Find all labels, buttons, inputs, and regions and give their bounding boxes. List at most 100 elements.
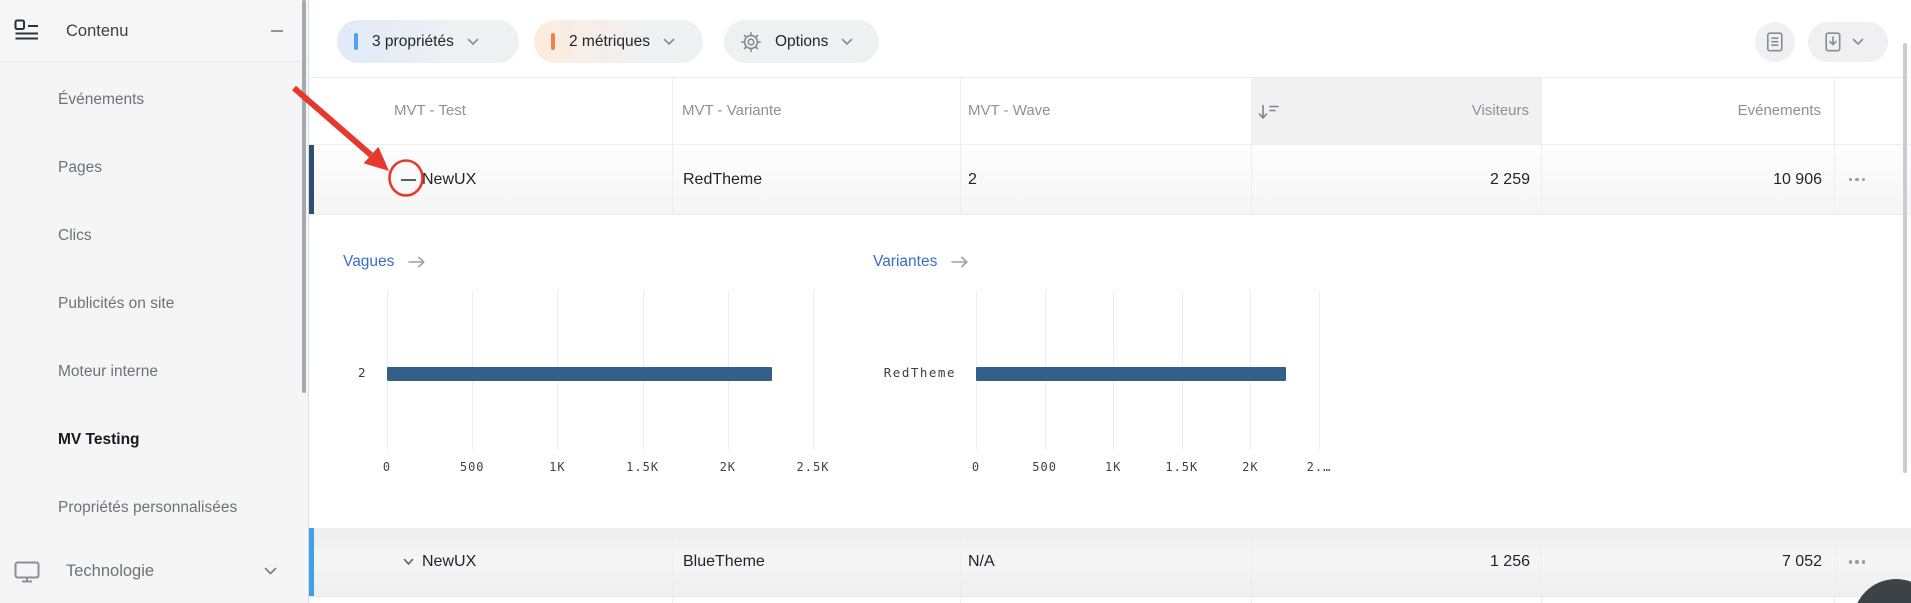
row-menu-button[interactable] [1843,528,1871,596]
row-expand-toggle[interactable] [397,528,419,596]
table-row-bluetheme[interactable]: NewUX BlueTheme N/A 1 256 7 052 [309,528,1911,597]
metrics-pill-label: 2 métriques [569,33,650,51]
sidebar-item-label: Événements [58,91,144,109]
sidebar-item-publicites-on-site[interactable]: Publicités on site [0,270,308,338]
app-root: Contenu Événements Pages Clics Publicité… [0,0,1911,603]
table-row-redtheme[interactable]: NewUX RedTheme 2 2 259 10 906 [309,145,1911,215]
column-header-mvt-wave[interactable]: MVT - Wave [968,78,1051,144]
column-header-visiteurs[interactable]: Visiteurs [1472,78,1529,144]
sidebar-item-technologie[interactable]: Technologie [0,540,308,603]
column-divider [1834,597,1835,603]
bar[interactable] [387,367,772,381]
sidebar-item-clics[interactable]: Clics [0,202,308,270]
next-row-partial [310,597,1911,603]
arrow-right-icon [951,256,969,268]
chevron-down-icon [264,567,277,576]
x-tick-label: 500 [442,460,502,474]
column-divider [960,78,961,144]
x-tick-label: 0 [357,460,417,474]
cell-mvt-variante: BlueTheme [683,528,765,596]
sidebar-item-pages[interactable]: Pages [0,134,308,202]
gridline [1319,291,1320,450]
properties-accent-icon [354,33,358,50]
column-header-evenements[interactable]: Evénements [1738,78,1821,144]
cell-mvt-wave: N/A [968,528,995,596]
x-tick-label: 2.… [1289,460,1349,474]
report-button[interactable] [1755,22,1795,62]
sidebar-header: Contenu [0,0,308,62]
options-pill[interactable]: Options [724,20,879,63]
x-tick-label: 1K [1083,460,1143,474]
vagues-link[interactable]: Vagues [343,253,426,271]
column-divider [1541,528,1542,596]
vagues-link-label: Vagues [343,253,394,271]
row-menu-button[interactable] [1843,145,1871,214]
selected-row-indicator [309,145,314,214]
cell-evenements: 10 906 [1773,145,1822,214]
waves-bar-chart: 05001K1.5K2K2.5K2 [387,291,857,486]
column-divider [1251,145,1252,214]
expandable-row-indicator [309,528,314,596]
download-icon [1825,32,1841,52]
chevron-down-icon [1852,38,1864,46]
column-divider [1541,145,1542,214]
column-divider [1834,528,1835,596]
content-list-icon [14,19,40,41]
arrow-right-icon [408,256,426,268]
row-collapse-toggle[interactable] [397,145,419,214]
x-tick-label: 2K [1220,460,1280,474]
sort-descending-icon[interactable] [1257,103,1279,121]
sidebar-item-label: Propriétés personnalisées [58,499,237,517]
column-divider [960,528,961,596]
column-divider [1541,78,1542,144]
cell-mvt-wave: 2 [968,145,977,214]
sidebar-item-evenements[interactable]: Événements [0,66,308,134]
sidebar-item-mv-testing[interactable]: MV Testing [0,406,308,474]
cell-mvt-test: NewUX [422,145,476,214]
column-divider [1251,78,1252,144]
x-tick-label: 1.5K [1152,460,1212,474]
sidebar-scrollbar[interactable] [302,0,306,393]
column-divider [672,145,673,214]
column-header-mvt-variante[interactable]: MVT - Variante [682,78,781,144]
sidebar-item-label: Publicités on site [58,295,174,313]
sidebar-item-label: Technologie [66,562,154,581]
bar[interactable] [976,367,1286,381]
column-divider [960,145,961,214]
chevron-down-icon [403,558,414,566]
x-tick-label: 500 [1015,460,1075,474]
x-tick-label: 1.5K [613,460,673,474]
sidebar-item-label: MV Testing [58,431,140,449]
sidebar-item-label: Moteur interne [58,363,158,381]
cell-visiteurs: 2 259 [1490,145,1530,214]
cell-mvt-variante: RedTheme [683,145,762,214]
main-scrollbar[interactable] [1903,43,1907,473]
variantes-link-label: Variantes [873,253,937,271]
sidebar-item-moteur-interne[interactable]: Moteur interne [0,338,308,406]
cell-visiteurs: 1 256 [1490,528,1530,596]
sidebar-collapse-button[interactable] [266,21,288,41]
chevron-down-icon [841,38,853,46]
variantes-link[interactable]: Variantes [873,253,969,271]
sidebar-nav: Événements Pages Clics Publicités on sit… [0,66,308,542]
chevron-down-icon [663,38,675,46]
column-divider [672,528,673,596]
column-divider [672,597,673,603]
properties-filter-pill[interactable]: 3 propriétés [337,20,519,63]
column-divider [1834,145,1835,214]
sidebar-item-proprietes-personnalisees[interactable]: Propriétés personnalisées [0,474,308,542]
x-tick-label: 0 [946,460,1006,474]
column-divider [672,78,673,144]
export-button[interactable] [1808,22,1888,62]
y-category-label: RedTheme [861,365,956,380]
chevron-down-icon [467,38,479,46]
table-header: MVT - Test MVT - Variante MVT - Wave Vis… [310,77,1911,145]
minus-icon [271,30,283,32]
minus-icon [401,179,416,181]
column-header-mvt-test[interactable]: MVT - Test [394,78,466,144]
x-tick-label: 1K [527,460,587,474]
metrics-accent-icon [551,33,555,50]
sidebar: Contenu Événements Pages Clics Publicité… [0,0,309,603]
variants-bar-chart: 05001K1.5K2K2.…RedTheme [976,291,1356,486]
metrics-filter-pill[interactable]: 2 métriques [534,20,703,63]
